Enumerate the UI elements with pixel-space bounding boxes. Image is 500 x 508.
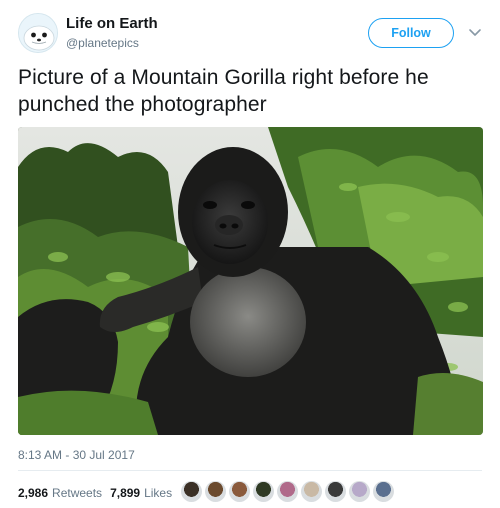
likes-stat[interactable]: 7,899 Likes <box>110 486 172 500</box>
likes-count: 7,899 <box>110 486 141 500</box>
seal-avatar-icon <box>19 14 57 52</box>
liker-avatar[interactable] <box>301 481 322 502</box>
liker-avatar[interactable] <box>181 481 202 502</box>
retweets-stat[interactable]: 2,986 Retweets <box>18 486 102 500</box>
tweet-card: Life on Earth @planetepics Follow Pictur… <box>0 0 500 508</box>
chevron-down-icon[interactable] <box>467 24 483 40</box>
tweet-stats: 2,986 Retweets 7,899 Likes <box>18 486 180 500</box>
tweet-text: Picture of a Mountain Gorilla right befo… <box>18 66 429 116</box>
likes-label: Likes <box>144 486 173 500</box>
liker-avatar[interactable] <box>229 481 250 502</box>
tweet-timestamp[interactable]: 8:13 AM - 30 Jul 2017 <box>18 448 135 462</box>
retweets-count: 2,986 <box>18 486 49 500</box>
user-handle[interactable]: @planetepics <box>66 36 139 50</box>
divider <box>18 470 482 471</box>
liker-avatar[interactable] <box>205 481 226 502</box>
display-name[interactable]: Life on Earth <box>66 15 158 32</box>
tweet-photo[interactable] <box>18 127 483 435</box>
retweets-label: Retweets <box>52 486 103 500</box>
liker-avatar[interactable] <box>253 481 274 502</box>
liker-avatars <box>181 481 397 502</box>
liker-avatar[interactable] <box>373 481 394 502</box>
gorilla-photo <box>18 127 483 435</box>
liker-avatar[interactable] <box>349 481 370 502</box>
avatar[interactable] <box>18 13 58 53</box>
follow-button[interactable]: Follow <box>368 18 454 48</box>
liker-avatar[interactable] <box>325 481 346 502</box>
liker-avatar[interactable] <box>277 481 298 502</box>
